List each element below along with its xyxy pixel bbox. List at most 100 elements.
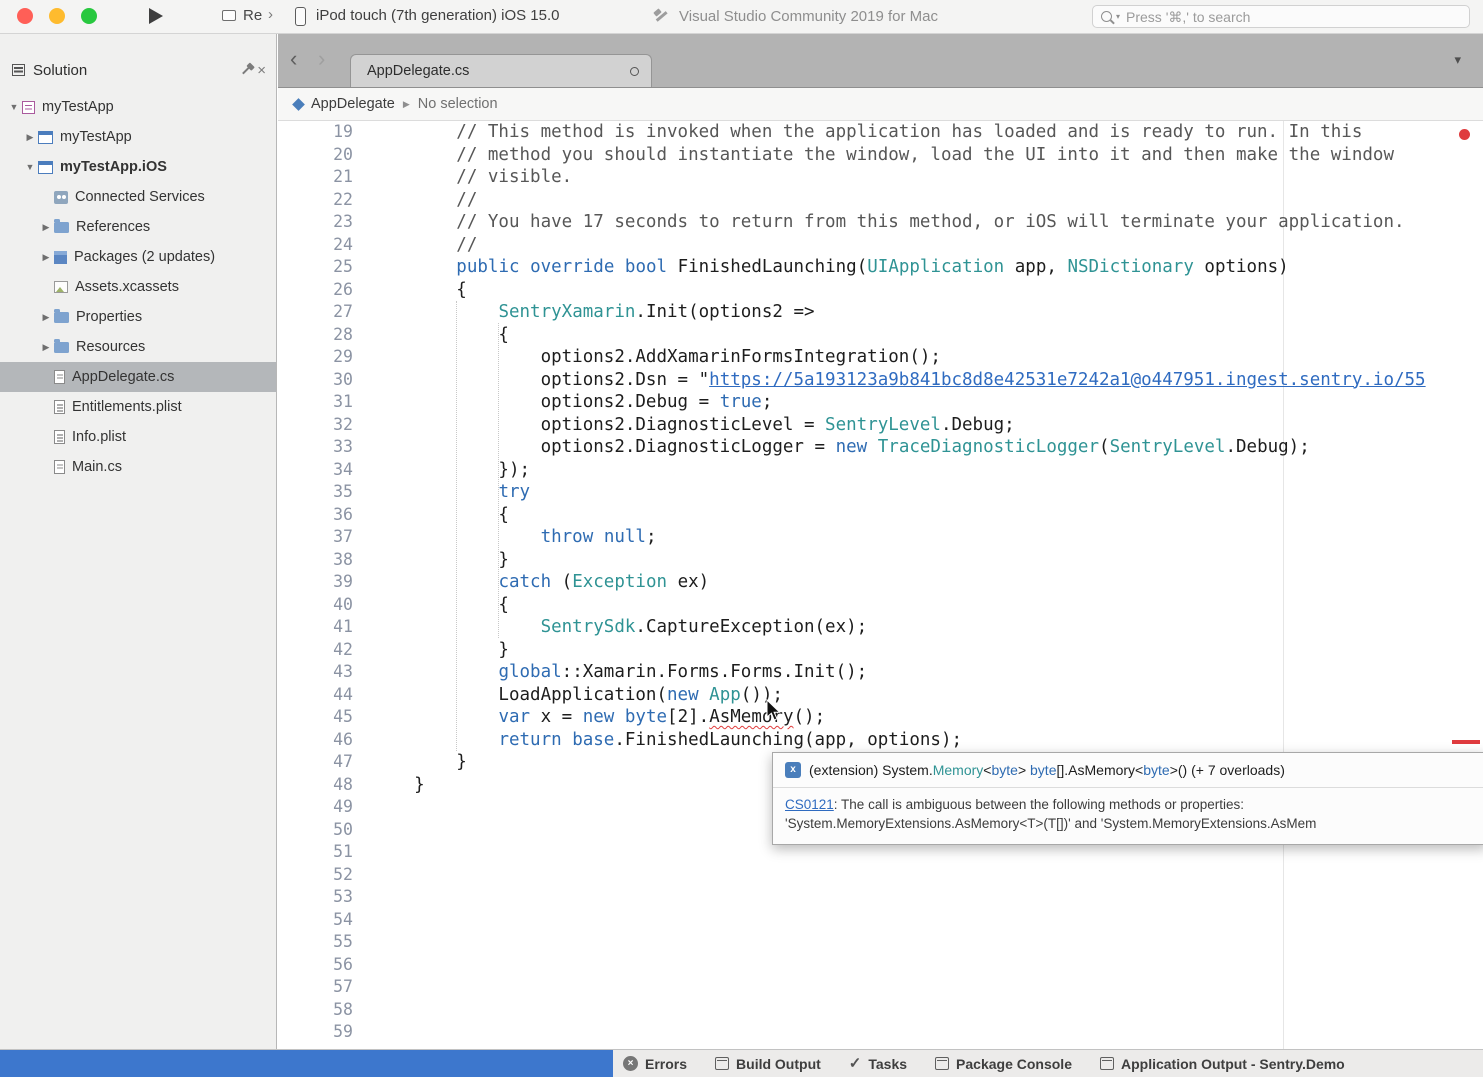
code-line-29[interactable]: 29 options2.AddXamarinFormsIntegration()… [278,346,1483,369]
code-line-32[interactable]: 32 options2.DiagnosticLevel = SentryLeve… [278,414,1483,437]
line-number[interactable]: 45 [278,706,372,729]
error-code-link[interactable]: CS0121 [785,797,834,812]
close-icon[interactable]: × [257,63,266,78]
line-number[interactable]: 35 [278,481,372,504]
line-number[interactable]: 23 [278,211,372,234]
code-line-36[interactable]: 36 { [278,504,1483,527]
line-number[interactable]: 36 [278,504,372,527]
line-number[interactable]: 19 [278,121,372,144]
code-line-38[interactable]: 38 } [278,549,1483,572]
line-number[interactable]: 27 [278,301,372,324]
line-number[interactable]: 34 [278,459,372,482]
line-number[interactable]: 46 [278,729,372,752]
tree-item-main-cs[interactable]: Main.cs [0,452,276,482]
line-number[interactable]: 38 [278,549,372,572]
line-number[interactable]: 47 [278,751,372,774]
pad-button-build-output[interactable]: Build Output [715,1056,821,1072]
pad-button-package-console[interactable]: Package Console [935,1056,1072,1072]
disclosure-right-icon[interactable]: ▶ [38,222,54,233]
line-number[interactable]: 49 [278,796,372,819]
line-number[interactable]: 51 [278,841,372,864]
code-line-44[interactable]: 44 LoadApplication(new App()); [278,684,1483,707]
error-marker-line[interactable] [1452,740,1480,744]
line-number[interactable]: 44 [278,684,372,707]
code-line-58[interactable]: 58 [278,999,1483,1022]
global-search-box[interactable]: ▾ [1092,5,1470,28]
tree-item-info-plist[interactable]: Info.plist [0,422,276,452]
search-input[interactable] [1124,8,1461,26]
disclosure-right-icon[interactable]: ▶ [38,312,54,323]
code-line-39[interactable]: 39 catch (Exception ex) [278,571,1483,594]
code-line-20[interactable]: 20 // method you should instantiate the … [278,144,1483,167]
disclosure-right-icon[interactable]: ▶ [38,342,54,353]
pad-button-errors[interactable]: ×Errors [623,1056,687,1072]
code-line-21[interactable]: 21 // visible. [278,166,1483,189]
window-zoom-button[interactable] [81,8,97,24]
code-line-56[interactable]: 56 [278,954,1483,977]
code-line-45[interactable]: 45 var x = new byte[2].AsMemory(); [278,706,1483,729]
tree-item-resources[interactable]: ▶Resources [0,332,276,362]
line-number[interactable]: 31 [278,391,372,414]
line-number[interactable]: 52 [278,864,372,887]
code-line-22[interactable]: 22 // [278,189,1483,212]
disclosure-right-icon[interactable]: ▶ [22,132,38,143]
tree-item-references[interactable]: ▶References [0,212,276,242]
code-line-28[interactable]: 28 { [278,324,1483,347]
line-number[interactable]: 55 [278,931,372,954]
tab-list-dropdown[interactable]: ▾ [1454,52,1461,68]
line-number[interactable]: 43 [278,661,372,684]
tree-item-entitlements-plist[interactable]: Entitlements.plist [0,392,276,422]
line-number[interactable]: 41 [278,616,372,639]
line-number[interactable]: 57 [278,976,372,999]
navigate-forward-button[interactable]: › [318,48,325,70]
code-line-55[interactable]: 55 [278,931,1483,954]
code-line-43[interactable]: 43 global::Xamarin.Forms.Forms.Init(); [278,661,1483,684]
tree-item-connected-services[interactable]: Connected Services [0,182,276,212]
line-number[interactable]: 53 [278,886,372,909]
code-line-37[interactable]: 37 throw null; [278,526,1483,549]
line-number[interactable]: 24 [278,234,372,257]
code-line-19[interactable]: 19 // This method is invoked when the ap… [278,121,1483,144]
breadcrumb-class[interactable]: AppDelegate [311,96,395,112]
tree-item-properties[interactable]: ▶Properties [0,302,276,332]
tree-item-appdelegate-cs[interactable]: AppDelegate.cs [0,362,276,392]
code-line-41[interactable]: 41 SentrySdk.CaptureException(ex); [278,616,1483,639]
pin-icon[interactable] [242,66,250,74]
code-line-54[interactable]: 54 [278,909,1483,932]
window-minimize-button[interactable] [49,8,65,24]
line-number[interactable]: 56 [278,954,372,977]
code-line-27[interactable]: 27 SentryXamarin.Init(options2 => [278,301,1483,324]
build-configuration-selector[interactable]: Re [243,7,262,24]
line-number[interactable]: 30 [278,369,372,392]
breadcrumb-selection[interactable]: No selection [418,96,498,112]
line-number[interactable]: 32 [278,414,372,437]
code-line-35[interactable]: 35 try [278,481,1483,504]
tree-item-mytestapp[interactable]: ▶myTestApp [0,122,276,152]
line-number[interactable]: 48 [278,774,372,797]
code-line-33[interactable]: 33 options2.DiagnosticLogger = new Trace… [278,436,1483,459]
code-line-57[interactable]: 57 [278,976,1483,999]
line-number[interactable]: 37 [278,526,372,549]
tree-item-assets-xcassets[interactable]: Assets.xcassets [0,272,276,302]
tab-modified-indicator[interactable] [630,67,639,76]
code-line-26[interactable]: 26 { [278,279,1483,302]
code-line-59[interactable]: 59 [278,1021,1483,1044]
code-line-52[interactable]: 52 [278,864,1483,887]
line-number[interactable]: 39 [278,571,372,594]
pad-button-tasks[interactable]: ✓Tasks [849,1056,907,1072]
run-button[interactable] [149,8,163,24]
code-line-31[interactable]: 31 options2.Debug = true; [278,391,1483,414]
code-line-46[interactable]: 46 return base.FinishedLaunching(app, op… [278,729,1483,752]
line-number[interactable]: 29 [278,346,372,369]
tree-item-packages-2-updates[interactable]: ▶Packages (2 updates) [0,242,276,272]
code-line-53[interactable]: 53 [278,886,1483,909]
line-number[interactable]: 42 [278,639,372,662]
disclosure-down-icon[interactable]: ▼ [22,162,38,172]
line-number[interactable]: 28 [278,324,372,347]
line-number[interactable]: 25 [278,256,372,279]
pad-button-application-output-sentry-demo[interactable]: Application Output - Sentry.Demo [1100,1056,1345,1072]
line-number[interactable]: 20 [278,144,372,167]
code-line-24[interactable]: 24 // [278,234,1483,257]
line-number[interactable]: 21 [278,166,372,189]
tree-item-mytestapp[interactable]: ▼myTestApp [0,92,276,122]
